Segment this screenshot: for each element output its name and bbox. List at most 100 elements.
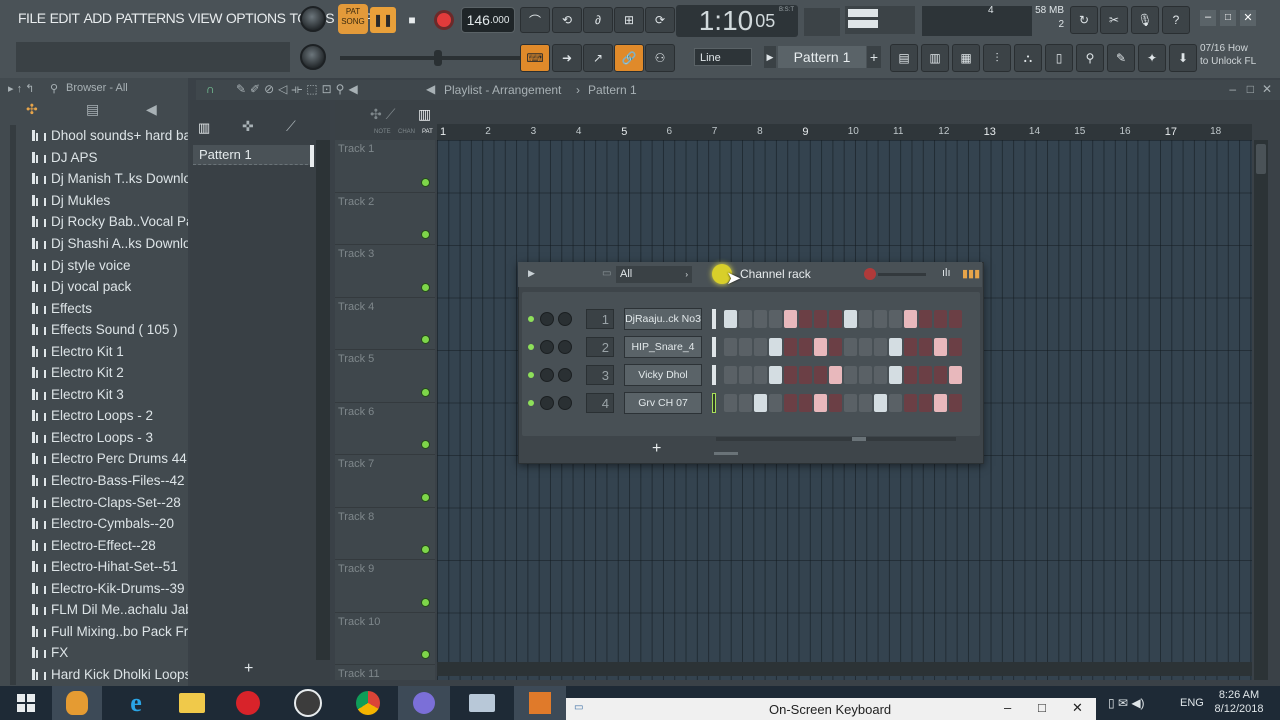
channel-select-bar[interactable]	[712, 393, 716, 413]
track-mute-led[interactable]	[422, 441, 429, 448]
channel-select-bar[interactable]	[712, 309, 716, 329]
channel-pan-knob[interactable]	[540, 312, 554, 326]
magnet-icon[interactable]: ∩	[206, 82, 215, 96]
multilink-icon[interactable]: ⚇	[645, 44, 675, 72]
step-button[interactable]	[754, 394, 767, 412]
channel-mute-led[interactable]	[528, 400, 534, 406]
step-button[interactable]	[859, 338, 872, 356]
pattern-prev-icon[interactable]: ▶	[764, 46, 776, 68]
osk-close-icon[interactable]: ✕	[1072, 700, 1083, 716]
tray-icons[interactable]: ▯ ✉ ◀)	[1108, 696, 1145, 710]
step-button[interactable]	[874, 338, 887, 356]
track-mute-led[interactable]	[422, 178, 429, 186]
channel-name-button[interactable]: Grv CH 07	[624, 392, 702, 414]
stop-button[interactable]: ■	[399, 7, 425, 33]
step-button[interactable]	[754, 366, 767, 384]
step-button[interactable]	[859, 394, 872, 412]
typing-keyboard-icon[interactable]: ⌨	[520, 44, 550, 72]
browser-folder-item[interactable]: Electro Perc Drums 44	[22, 448, 188, 470]
browser-speaker-icon[interactable]: ◀	[146, 101, 157, 118]
settings-taskbar-icon[interactable]	[398, 686, 450, 720]
track-header[interactable]: Track 8	[335, 508, 435, 560]
channel-mute-led[interactable]	[528, 372, 534, 378]
step-button[interactable]	[859, 310, 872, 328]
step-edit-icon[interactable]: ⊞	[614, 7, 644, 33]
step-button[interactable]	[934, 310, 947, 328]
browser-folder-item[interactable]: Hard Kick Dholki Loops	[22, 664, 188, 686]
step-button[interactable]	[919, 310, 932, 328]
start-button[interactable]	[0, 686, 52, 720]
recorder-taskbar-icon[interactable]	[514, 686, 566, 720]
channel-name-button[interactable]: HIP_Snare_4	[624, 336, 702, 358]
track-header[interactable]: Track 10	[335, 613, 435, 665]
step-button[interactable]	[784, 338, 797, 356]
step-button[interactable]	[799, 310, 812, 328]
project-icon[interactable]: ▯	[1045, 44, 1073, 72]
track-header[interactable]: Track 9	[335, 560, 435, 613]
browser-folder-item[interactable]: Electro-Kik-Drums--39	[22, 577, 188, 599]
download-icon[interactable]: ⬇	[1169, 44, 1197, 72]
step-button[interactable]	[829, 366, 842, 384]
browser-folder-item[interactable]: Electro Loops - 3	[22, 427, 188, 449]
browser-folder-item[interactable]: Electro Loops - 2	[22, 405, 188, 427]
step-button[interactable]	[844, 310, 857, 328]
ie-taskbar-icon[interactable]: e	[110, 686, 162, 720]
step-button[interactable]	[829, 394, 842, 412]
browser-icon[interactable]: ⛬	[1014, 44, 1042, 72]
rack-zoom-handle[interactable]	[714, 452, 738, 455]
track-header[interactable]: Track 5	[335, 350, 435, 403]
play-button[interactable]: ❚❚	[370, 7, 396, 33]
step-button[interactable]	[889, 366, 902, 384]
channel-name-button[interactable]: DjRaaju..ck No3	[624, 308, 702, 330]
step-button[interactable]	[829, 338, 842, 356]
channel-volume-knob[interactable]	[558, 340, 572, 354]
step-button[interactable]	[934, 366, 947, 384]
browser-folder-item[interactable]: Dhool sounds+ hard bass	[22, 125, 188, 147]
menu-add[interactable]: ADD	[81, 6, 113, 30]
browser-file-icon[interactable]: ▤	[86, 101, 99, 118]
step-button[interactable]	[844, 366, 857, 384]
tools-icon[interactable]: ✂	[1100, 6, 1128, 34]
osk-minimize-icon[interactable]: –	[1004, 700, 1011, 715]
playlist-minimize-icon[interactable]: –	[1229, 82, 1236, 96]
step-button[interactable]	[784, 366, 797, 384]
step-button[interactable]	[724, 394, 737, 412]
snap-select[interactable]: Line	[694, 48, 752, 66]
browser-folder-item[interactable]: Electro Kit 3	[22, 384, 188, 406]
clock[interactable]: 8:26 AM 8/12/2018	[1214, 688, 1264, 716]
arrow-icon[interactable]: ➜	[552, 44, 582, 72]
playlist-scrollbar[interactable]	[1254, 140, 1268, 680]
step-button[interactable]	[934, 338, 947, 356]
step-button[interactable]	[739, 366, 752, 384]
step-button[interactable]	[769, 394, 782, 412]
step-button[interactable]	[919, 394, 932, 412]
playlist-maximize-icon[interactable]: □	[1247, 82, 1254, 96]
playlist-piano-icon[interactable]: ▥	[418, 106, 431, 123]
playlist-close-icon[interactable]: ✕	[1262, 82, 1272, 96]
on-screen-keyboard-window[interactable]: ▭ On-Screen Keyboard – □ ✕	[566, 698, 1096, 720]
channel-pan-knob[interactable]	[540, 340, 554, 354]
language-indicator[interactable]: ENG	[1180, 697, 1204, 709]
step-button[interactable]	[739, 310, 752, 328]
step-button[interactable]	[814, 366, 827, 384]
explorer-taskbar-icon[interactable]	[166, 686, 218, 720]
browser-folder-item[interactable]: Dj vocal pack	[22, 276, 188, 298]
channel-pan-knob[interactable]	[540, 396, 554, 410]
channel-mute-led[interactable]	[528, 316, 534, 322]
step-button[interactable]	[859, 366, 872, 384]
track-mute-led[interactable]	[422, 651, 429, 658]
picker-scrollbar[interactable]	[316, 140, 330, 660]
countdown-icon[interactable]: ∂	[583, 7, 613, 33]
menu-patterns[interactable]: PATTERNS	[114, 6, 187, 30]
rack-menu-icon[interactable]: ▶	[528, 268, 535, 279]
menu-view[interactable]: VIEW	[186, 6, 224, 30]
track-header[interactable]: Track 6	[335, 403, 435, 455]
browser-folder-item[interactable]: Electro-Claps-Set--28	[22, 491, 188, 513]
picker-wave-icon[interactable]: ✜	[242, 118, 254, 135]
media-app-taskbar-icon[interactable]	[222, 686, 274, 720]
browser-folder-item[interactable]: Effects Sound ( 105 )	[22, 319, 188, 341]
browser-folder-item[interactable]: Dj Shashi A..ks Download	[22, 233, 188, 255]
browser-folder-item[interactable]: Electro Kit 2	[22, 362, 188, 384]
step-button[interactable]	[724, 338, 737, 356]
graph-icon[interactable]: ılı	[942, 267, 951, 279]
